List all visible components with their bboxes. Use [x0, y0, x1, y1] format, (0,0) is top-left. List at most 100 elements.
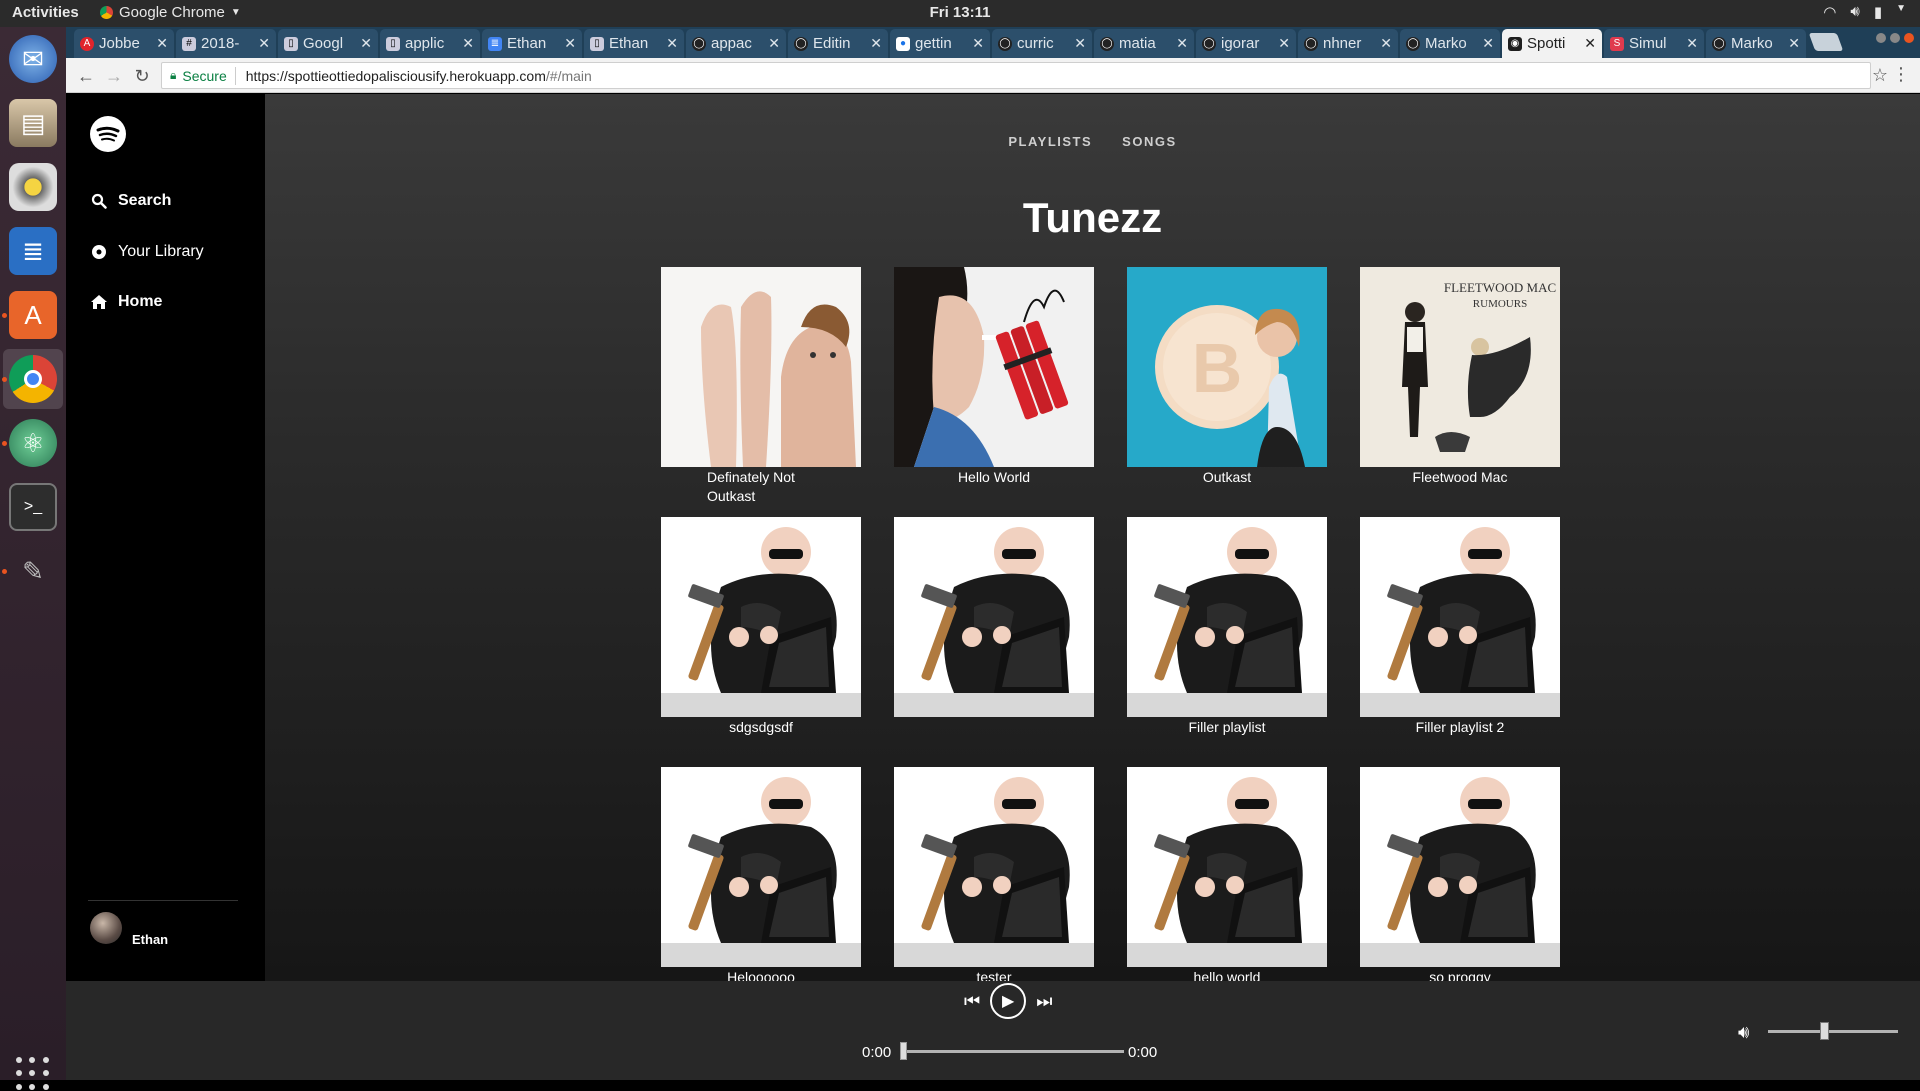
- playlist-card[interactable]: hello world: [1127, 767, 1327, 981]
- playlist-title[interactable]: Outkast: [1127, 468, 1327, 487]
- playlist-card[interactable]: Filler playlist: [1127, 517, 1327, 737]
- progress-bar[interactable]: [900, 1042, 1124, 1060]
- previous-track-icon[interactable]: ⏮︎: [964, 991, 980, 1012]
- volume-slider[interactable]: [1768, 1022, 1898, 1040]
- browser-tab[interactable]: ≣ Ethan ✕: [482, 29, 582, 58]
- close-icon[interactable]: ✕: [156, 35, 168, 52]
- close-icon[interactable]: ✕: [1176, 35, 1188, 52]
- user-name[interactable]: Ethan: [132, 932, 168, 947]
- playlist-title[interactable]: Filler playlist 2: [1360, 718, 1560, 737]
- close-icon[interactable]: ✕: [768, 35, 780, 52]
- playlist-cover-image[interactable]: B: [1127, 267, 1327, 467]
- browser-tab[interactable]: #2018- ✕: [176, 29, 276, 58]
- playlist-title[interactable]: hello world: [1127, 968, 1327, 981]
- bookmark-star-icon[interactable]: ☆: [1872, 65, 1888, 86]
- rhythmbox-icon[interactable]: [9, 163, 57, 211]
- app-menu[interactable]: Google Chrome ▼: [100, 4, 241, 21]
- play-button[interactable]: ▶: [990, 983, 1027, 1019]
- browser-tab[interactable]: ◯ appac ✕: [686, 29, 786, 58]
- sidebar-item-your-library[interactable]: Your Library: [90, 243, 204, 261]
- sidebar-item-home[interactable]: Home: [90, 293, 162, 311]
- playlist-card[interactable]: B Outkast: [1127, 267, 1327, 487]
- playlist-title[interactable]: Filler playlist: [1127, 718, 1327, 737]
- close-icon[interactable]: ✕: [870, 35, 882, 52]
- maximize-button[interactable]: [1890, 33, 1900, 43]
- sidebar-item-search[interactable]: Search: [90, 192, 171, 210]
- playlist-card[interactable]: tester: [894, 767, 1094, 981]
- browser-tab[interactable]: A Jobbe ✕: [74, 29, 174, 58]
- terminal-icon[interactable]: >_: [9, 483, 57, 531]
- playlist-cover-image[interactable]: [894, 517, 1094, 717]
- close-icon[interactable]: ✕: [972, 35, 984, 52]
- playlist-title[interactable]: Definately Not Outkast: [661, 468, 861, 506]
- playlist-cover-image[interactable]: [661, 767, 861, 967]
- playlist-cover-image[interactable]: [1127, 517, 1327, 717]
- activities-button[interactable]: Activities: [12, 4, 79, 21]
- chrome-icon[interactable]: [9, 355, 57, 403]
- browser-tab[interactable]: ◯ Editin ✕: [788, 29, 888, 58]
- playlist-card[interactable]: FLEETWOOD MAC RUMOURS Fleetwood Mac: [1360, 267, 1560, 487]
- playlist-cover-image[interactable]: [1360, 767, 1560, 967]
- playlist-title[interactable]: tester: [894, 968, 1094, 981]
- browser-tab[interactable]: ● gettin ✕: [890, 29, 990, 58]
- playlist-title[interactable]: Hello World: [894, 468, 1094, 487]
- progress-handle[interactable]: [900, 1042, 907, 1060]
- browser-tab[interactable]: S Simul ✕: [1604, 29, 1704, 58]
- browser-tab[interactable]: ◯ igorar ✕: [1196, 29, 1296, 58]
- playlist-cover-image[interactable]: FLEETWOOD MAC RUMOURS: [1360, 267, 1560, 467]
- volume-handle[interactable]: [1820, 1022, 1829, 1040]
- close-icon[interactable]: ✕: [360, 35, 372, 52]
- forward-button[interactable]: →: [102, 64, 126, 88]
- volume-icon[interactable]: 🔊︎: [1738, 1022, 1749, 1043]
- thunderbird-icon[interactable]: ✉: [9, 35, 57, 83]
- playlist-cover-image[interactable]: [661, 267, 861, 467]
- playlist-card[interactable]: Heloooooo: [661, 767, 861, 981]
- playlist-card[interactable]: Hello World: [894, 267, 1094, 487]
- tab-songs[interactable]: SONGS: [1122, 134, 1176, 149]
- browser-tab[interactable]: ◯ matia ✕: [1094, 29, 1194, 58]
- minimize-button[interactable]: [1876, 33, 1886, 43]
- playlist-cover-image[interactable]: [1127, 767, 1327, 967]
- playlist-card[interactable]: [894, 517, 1094, 718]
- files-icon[interactable]: ▤: [9, 99, 57, 147]
- show-applications-grid-icon[interactable]: [16, 1057, 50, 1091]
- browser-tab[interactable]: ◯ curric ✕: [992, 29, 1092, 58]
- browser-tab[interactable]: ◯ Marko ✕: [1400, 29, 1500, 58]
- software-center-icon[interactable]: A: [9, 291, 57, 339]
- gimp-icon[interactable]: ✎: [9, 547, 57, 595]
- close-icon[interactable]: ✕: [1278, 35, 1290, 52]
- browser-tab[interactable]: ◉ Spotti ✕: [1502, 29, 1602, 58]
- close-icon[interactable]: ✕: [1584, 35, 1596, 52]
- close-icon[interactable]: ✕: [564, 35, 576, 52]
- playlist-card[interactable]: Filler playlist 2: [1360, 517, 1560, 737]
- browser-tab[interactable]: ▯ Ethan ✕: [584, 29, 684, 58]
- close-icon[interactable]: ✕: [1074, 35, 1086, 52]
- new-tab-button[interactable]: [1808, 33, 1844, 51]
- browser-tab[interactable]: ◯ nhner ✕: [1298, 29, 1398, 58]
- close-icon[interactable]: ✕: [1788, 35, 1800, 52]
- playlist-title[interactable]: Heloooooo: [661, 968, 861, 981]
- close-icon[interactable]: ✕: [1380, 35, 1392, 52]
- reload-button[interactable]: ↻: [130, 64, 154, 88]
- atom-icon[interactable]: ⚛: [9, 419, 57, 467]
- close-icon[interactable]: ✕: [258, 35, 270, 52]
- clock[interactable]: Fri 13:11: [0, 4, 1920, 21]
- close-icon[interactable]: ✕: [462, 35, 474, 52]
- close-icon[interactable]: ✕: [666, 35, 678, 52]
- playlist-card[interactable]: sdgsdgsdf: [661, 517, 861, 737]
- playlist-title[interactable]: Fleetwood Mac: [1360, 468, 1560, 487]
- playlist-title[interactable]: sdgsdgsdf: [661, 718, 861, 737]
- playlist-card[interactable]: Definately Not Outkast: [661, 267, 861, 506]
- tab-playlists[interactable]: PLAYLISTS: [1008, 134, 1092, 149]
- close-icon[interactable]: ✕: [1686, 35, 1698, 52]
- user-avatar[interactable]: [90, 912, 122, 944]
- back-button[interactable]: ←: [74, 64, 98, 88]
- playlist-cover-image[interactable]: [1360, 517, 1560, 717]
- next-track-icon[interactable]: ⏭︎: [1036, 991, 1052, 1012]
- system-tray[interactable]: ◠ 🔊︎ ▮ ▼: [1823, 3, 1906, 21]
- browser-tab[interactable]: ▯ Googl ✕: [278, 29, 378, 58]
- chrome-menu-icon[interactable]: ⋮: [1892, 64, 1910, 85]
- spotify-logo-icon[interactable]: [90, 116, 126, 152]
- playlist-cover-image[interactable]: [661, 517, 861, 717]
- close-window-button[interactable]: [1904, 33, 1914, 43]
